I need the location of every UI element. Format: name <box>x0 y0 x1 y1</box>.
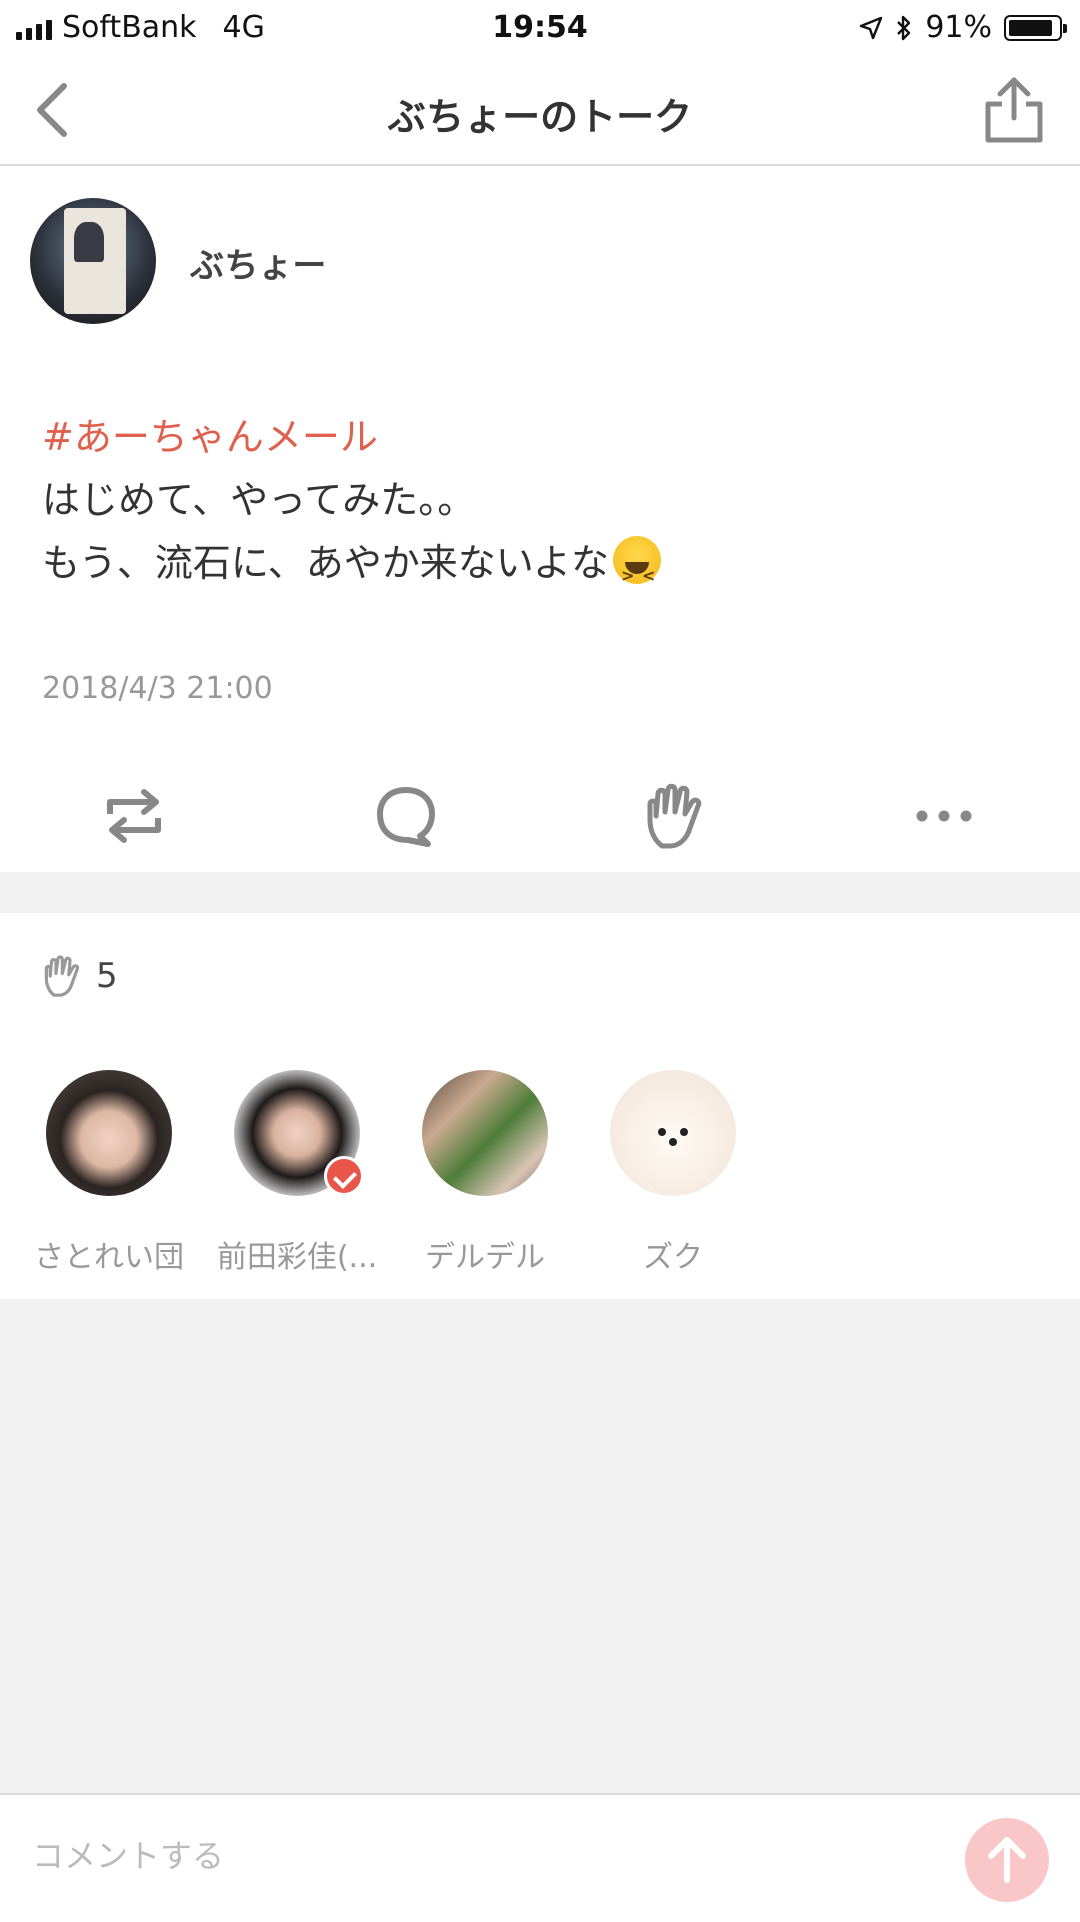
hashtag-link[interactable]: #あーちゃんメール <box>42 406 1042 469</box>
post-line-text: もう、流石に、あやか来ないよな <box>42 541 609 585</box>
post-line: もう、流石に、あやか来ないよな <box>42 532 1042 607</box>
arrow-up-icon <box>988 1837 1026 1883</box>
verified-badge-icon <box>324 1156 364 1196</box>
author-name[interactable]: ぶちょー <box>190 238 326 287</box>
clap-icon[interactable] <box>640 780 712 852</box>
more-icon[interactable] <box>908 780 980 852</box>
comment-bar <box>0 1793 1080 1922</box>
battery-icon <box>1004 14 1067 41</box>
liker-name: デルデル <box>425 1240 545 1275</box>
send-button[interactable] <box>965 1818 1049 1902</box>
liker-name: 前田彩佳(... <box>216 1240 378 1275</box>
post-timestamp: 2018/4/3 21:00 <box>42 671 273 706</box>
location-arrow-icon <box>860 16 883 39</box>
repost-icon[interactable] <box>98 780 170 852</box>
nav-bar: ぶちょーのトーク <box>0 56 1080 166</box>
liker-item[interactable]: デルデル <box>395 1070 575 1276</box>
battery-percent: 91% <box>925 10 992 45</box>
likes-section: 5 さとれい団 前田彩佳(... デルデル ズク <box>0 913 1080 1299</box>
liker-item[interactable]: さとれい団 <box>19 1070 199 1276</box>
comment-input[interactable] <box>30 1825 934 1887</box>
likes-header: 5 <box>40 953 118 999</box>
liker-item[interactable]: ズク <box>583 1070 763 1276</box>
liker-name: さとれい団 <box>34 1240 184 1275</box>
dog-face-icon <box>658 1128 688 1146</box>
bluetooth-icon <box>897 15 911 40</box>
clap-icon <box>44 955 80 997</box>
post-line: はじめて、やってみた。。 <box>42 478 476 522</box>
avatar[interactable] <box>46 1070 172 1196</box>
grinning-squinting-emoji <box>612 536 661 607</box>
share-icon[interactable] <box>982 74 1046 146</box>
liker-item[interactable]: 前田彩佳(... <box>207 1070 387 1276</box>
post-card: ぶちょー #あーちゃんメール はじめて、やってみた。。 もう、流石に、あやか来な… <box>0 166 1080 872</box>
avatar[interactable] <box>422 1070 548 1196</box>
liker-name: ズク <box>643 1240 703 1275</box>
page-title: ぶちょーのトーク <box>387 95 693 139</box>
action-bar <box>0 766 1080 866</box>
avatar[interactable] <box>234 1070 364 1196</box>
post-body: #あーちゃんメール はじめて、やってみた。。 もう、流石に、あやか来ないよな <box>42 406 1042 607</box>
avatar[interactable] <box>30 198 156 324</box>
comment-icon[interactable] <box>370 780 442 852</box>
likes-count: 5 <box>96 956 118 996</box>
avatar[interactable] <box>610 1070 736 1196</box>
status-bar: SoftBank 4G 19:54 91% <box>0 0 1080 56</box>
